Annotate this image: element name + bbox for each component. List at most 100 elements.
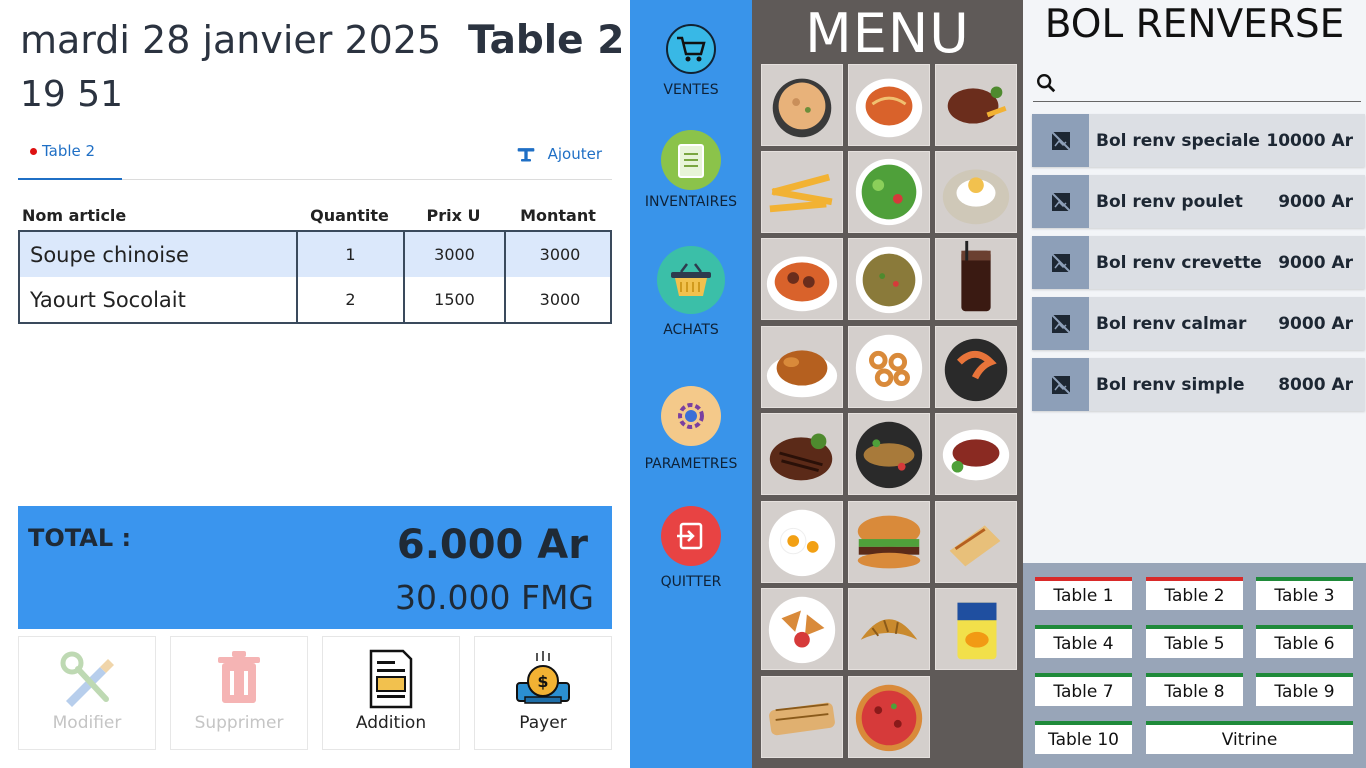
spaghetti-meatballs-image (766, 256, 838, 312)
gear-icon (661, 386, 721, 446)
spaghetti-image (855, 78, 923, 138)
nav-inventaires[interactable]: INVENTAIRES (630, 130, 752, 220)
table-button-4[interactable]: Table 4 (1035, 625, 1132, 658)
table-button-7[interactable]: Table 7 (1035, 673, 1132, 706)
product-item[interactable]: Bol renv calmar 9000 Ar (1032, 297, 1365, 350)
menu-tile-grilled-fish[interactable] (848, 413, 930, 495)
nav-inventaires-label: INVENTAIRES (644, 194, 738, 210)
cola-glass-image (961, 240, 991, 312)
cart-icon (666, 24, 716, 74)
product-item[interactable]: Bol renv crevette 9000 Ar (1032, 236, 1365, 289)
menu-tile-rice-egg[interactable] (935, 151, 1017, 233)
clipboard-icon (661, 130, 721, 190)
total-panel: TOTAL : 6.000 Ar 30.000 FMG (18, 506, 612, 629)
table-button-10[interactable]: Table 10 (1035, 721, 1132, 754)
cell-name: Soupe chinoise (20, 232, 298, 277)
burger-image (857, 515, 921, 569)
menu-tile-fried-rice[interactable] (848, 238, 930, 320)
product-name: Bol renv poulet (1096, 191, 1243, 212)
cell-amount: 3000 (539, 290, 581, 309)
nav-achats-label: ACHATS (663, 322, 719, 338)
cell-qty: 1 (298, 232, 405, 277)
menu-tile-sliced-beef[interactable] (935, 413, 1017, 495)
table-button-5[interactable]: Table 5 (1146, 625, 1243, 658)
yogurt-image (957, 602, 997, 660)
menu-tile-calamari-rings[interactable] (848, 326, 930, 408)
product-price: 10000 Ar (1266, 130, 1353, 151)
table-button-9[interactable]: Table 9 (1256, 673, 1353, 706)
menu-tile-samosa[interactable] (761, 588, 843, 670)
order-panel: mardi 28 janvier 2025 19 51 Table 2 Tabl… (0, 0, 630, 768)
table-button-3[interactable]: Table 3 (1256, 577, 1353, 610)
table-button-8[interactable]: Table 8 (1146, 673, 1243, 706)
table-row[interactable]: Yaourt Socolait 2 1500 3000 (20, 277, 610, 322)
menu-tile-spaghetti[interactable] (848, 64, 930, 146)
exit-icon (661, 506, 721, 566)
table-tabbar: Table 2 Ajouter (18, 130, 612, 180)
menu-tile-roast-chicken[interactable] (761, 326, 843, 408)
product-name: Bol renv speciale (1096, 130, 1260, 151)
table-row[interactable]: Soupe chinoise 1 3000 3000 (20, 232, 610, 277)
product-name: Bol renv crevette (1096, 252, 1262, 273)
menu-tile-pizza[interactable] (848, 676, 930, 758)
nav-quitter[interactable]: QUITTER (630, 506, 752, 596)
steak-fries-image (947, 86, 1007, 124)
col-header-qty: Quantite (310, 205, 389, 225)
croissant-image (860, 619, 918, 640)
order-table-header: Nom article Quantite Prix U Montant (18, 200, 612, 230)
menu-tile-french-fries[interactable] (761, 151, 843, 233)
table-selector: Table 1 Table 2 Table 3 Table 4 Table 5 … (1023, 563, 1366, 768)
nav-achats[interactable]: ACHATS (630, 246, 752, 338)
no-image-icon (1032, 236, 1089, 289)
menu-tile-soup-bowl[interactable] (761, 64, 843, 146)
product-item[interactable]: Bol renv simple 8000 Ar (1032, 358, 1365, 411)
nav-quitter-label: QUITTER (660, 574, 722, 590)
nav-ventes-label: VENTES (663, 82, 719, 98)
menu-tile-yogurt[interactable] (935, 588, 1017, 670)
fried-eggs-image (768, 509, 836, 577)
delete-button[interactable]: Supprimer (170, 636, 308, 750)
col-header-name: Nom article (22, 205, 127, 225)
menu-tile-fried-eggs[interactable] (761, 501, 843, 583)
product-price: 9000 Ar (1278, 313, 1353, 334)
total-ariary: 6.000 Ar (396, 522, 588, 568)
nav-ventes[interactable]: VENTES (630, 24, 752, 114)
sliced-beef-image (942, 429, 1010, 481)
tab-table-2[interactable]: Table 2 (18, 130, 122, 180)
menu-tile-wrap[interactable] (935, 501, 1017, 583)
table-button-2[interactable]: Table 2 (1146, 577, 1243, 610)
rice-egg-image (942, 169, 1010, 225)
cell-amount: 3000 (539, 245, 581, 264)
pos-app: mardi 28 janvier 2025 19 51 Table 2 Tabl… (0, 0, 1366, 768)
menu-tile-grilled-steak[interactable] (761, 413, 843, 495)
table-button-1[interactable]: Table 1 (1035, 577, 1132, 610)
roast-chicken-image (766, 350, 838, 398)
product-name: Bol renv simple (1096, 374, 1245, 395)
menu-tile-cola-glass[interactable] (935, 238, 1017, 320)
search-input[interactable] (1065, 66, 1355, 98)
tab-label: Table 2 (42, 142, 96, 160)
nav-parametres[interactable]: PARAMETRES (630, 386, 752, 476)
modify-button[interactable]: Modifier (18, 636, 156, 750)
menu-tile-shrimp[interactable] (935, 326, 1017, 408)
table-button-6[interactable]: Table 6 (1256, 625, 1353, 658)
pay-button[interactable]: $ Payer (474, 636, 612, 750)
add-table-button[interactable]: Ajouter (516, 142, 602, 166)
product-item[interactable]: Bol renv speciale 10000 Ar (1032, 114, 1365, 167)
search-icon (1037, 74, 1056, 93)
bill-button[interactable]: Addition (322, 636, 460, 750)
menu-tile-spaghetti-meatballs[interactable] (761, 238, 843, 320)
cell-price: 3000 (405, 232, 506, 277)
vitrine-button[interactable]: Vitrine (1146, 721, 1353, 754)
product-item[interactable]: Bol renv poulet 9000 Ar (1032, 175, 1365, 228)
menu-tile-steak-fries[interactable] (935, 64, 1017, 146)
order-table-body: Soupe chinoise 1 3000 3000 Yaourt Socola… (18, 230, 612, 324)
bill-label: Addition (355, 713, 427, 733)
menu-tile-croissant[interactable] (848, 588, 930, 670)
menu-tile-panini[interactable] (761, 676, 843, 758)
menu-tile-salad[interactable] (848, 151, 930, 233)
wrap-image (949, 525, 1001, 567)
col-header-price: Prix U (426, 205, 481, 225)
french-fries-image (769, 173, 833, 213)
menu-tile-burger[interactable] (848, 501, 930, 583)
